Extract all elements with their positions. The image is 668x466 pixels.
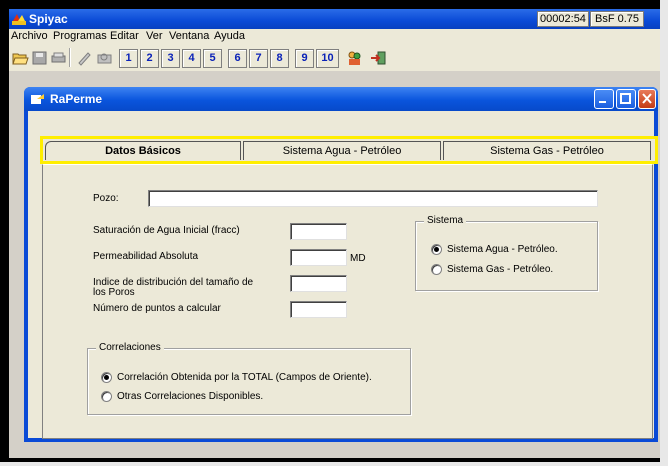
permeabilidad-field[interactable]	[291, 250, 346, 265]
saturacion-label: Saturación de Agua Inicial (fracc)	[93, 225, 240, 236]
otras-correlaciones-radio[interactable]	[101, 391, 112, 402]
window-icon	[31, 94, 44, 104]
correlaciones-group: Correlaciones Correlación Obtenida por l…	[87, 342, 411, 415]
sistema-gas-radio[interactable]	[431, 264, 442, 275]
sistema-agua-label[interactable]: Sistema Agua - Petróleo.	[447, 244, 558, 255]
pozo-field[interactable]	[149, 191, 597, 206]
otras-correlaciones-label[interactable]: Otras Correlaciones Disponibles.	[117, 391, 263, 402]
saturacion-input[interactable]	[290, 223, 347, 240]
sistema-group-title: Sistema	[424, 215, 467, 226]
minimize-button[interactable]	[594, 89, 614, 109]
program-button-3[interactable]: 3	[161, 49, 180, 68]
datos-basicos-panel: Pozo: Saturación de Agua Inicial (fracc)…	[42, 164, 653, 439]
permeabilidad-input[interactable]	[290, 249, 347, 266]
people-icon[interactable]	[345, 49, 364, 67]
sistema-agua-radio[interactable]	[431, 244, 442, 255]
program-button-7[interactable]: 7	[249, 49, 268, 68]
program-button-2[interactable]: 2	[140, 49, 159, 68]
menubar: Archivo Programas Editar Ver Ventana Ayu…	[9, 30, 660, 44]
correlaciones-group-title: Correlaciones	[96, 342, 164, 353]
correlacion-total-label[interactable]: Correlación Obtenida por la TOTAL (Campo…	[117, 372, 372, 383]
permeabilidad-label: Permeabilidad Absoluta	[93, 251, 199, 262]
sistema-group: Sistema Sistema Agua - Petróleo. Sistema…	[415, 215, 598, 291]
raperme-titlebar[interactable]: RaPerme	[24, 87, 658, 111]
menu-programas[interactable]: Programas	[53, 30, 107, 42]
menu-ayuda[interactable]: Ayuda	[214, 30, 245, 42]
program-button-1[interactable]: 1	[119, 49, 138, 68]
app-title: Spiyac	[29, 12, 68, 26]
correlacion-total-radio[interactable]	[101, 372, 112, 383]
indice-input[interactable]	[290, 275, 347, 292]
minimize-icon	[599, 101, 606, 103]
pencil-icon[interactable]	[75, 49, 94, 67]
program-button-5[interactable]: 5	[203, 49, 222, 68]
puntos-label: Número de puntos a calcular	[93, 303, 221, 314]
raperme-title: RaPerme	[50, 92, 103, 106]
menu-ventana[interactable]: Ventana	[169, 30, 209, 42]
tabs-highlight: Datos Básicos Sistema Agua - Petróleo Si…	[40, 136, 658, 164]
print-preview-icon[interactable]	[95, 49, 114, 67]
sistema-gas-label[interactable]: Sistema Gas - Petróleo.	[447, 264, 553, 275]
pozo-label: Pozo:	[93, 193, 119, 204]
program-button-6[interactable]: 6	[228, 49, 247, 68]
toolbar-separator	[69, 48, 71, 67]
indice-field[interactable]	[291, 276, 346, 291]
status-price: BsF 0.75	[590, 11, 644, 27]
menu-archivo[interactable]: Archivo	[11, 30, 48, 42]
program-button-9[interactable]: 9	[295, 49, 314, 68]
status-time: 00002:54	[537, 11, 589, 27]
saturacion-field[interactable]	[291, 224, 346, 239]
maximize-icon	[620, 93, 631, 104]
program-button-8[interactable]: 8	[270, 49, 289, 68]
toolbar: 1 2 3 4 5 6 7 8 9 10	[9, 45, 660, 71]
program-button-4[interactable]: 4	[182, 49, 201, 68]
close-icon	[642, 93, 652, 104]
tab-datos-basicos[interactable]: Datos Básicos	[45, 141, 241, 160]
tab-sistema-gas-petroleo[interactable]: Sistema Gas - Petróleo	[443, 141, 651, 160]
printer-icon[interactable]	[49, 49, 68, 67]
menu-ver[interactable]: Ver	[146, 30, 163, 42]
puntos-input[interactable]	[290, 301, 347, 318]
open-folder-icon[interactable]	[11, 49, 30, 67]
tab-sistema-agua-petroleo[interactable]: Sistema Agua - Petróleo	[243, 141, 441, 160]
permeabilidad-unit: MD	[350, 253, 366, 264]
indice-label-line2: los Poros	[93, 287, 135, 298]
maximize-button[interactable]	[616, 89, 636, 109]
exit-door-icon[interactable]	[369, 49, 388, 67]
app-titlebar[interactable]: Spiyac 00002:54 BsF 0.75	[9, 9, 660, 29]
app-logo-icon	[12, 14, 26, 25]
puntos-field[interactable]	[291, 302, 346, 317]
menu-editar[interactable]: Editar	[110, 30, 139, 42]
close-button[interactable]	[638, 89, 656, 109]
pozo-input[interactable]	[148, 190, 598, 207]
program-button-10[interactable]: 10	[316, 49, 339, 68]
save-icon[interactable]	[30, 49, 49, 67]
